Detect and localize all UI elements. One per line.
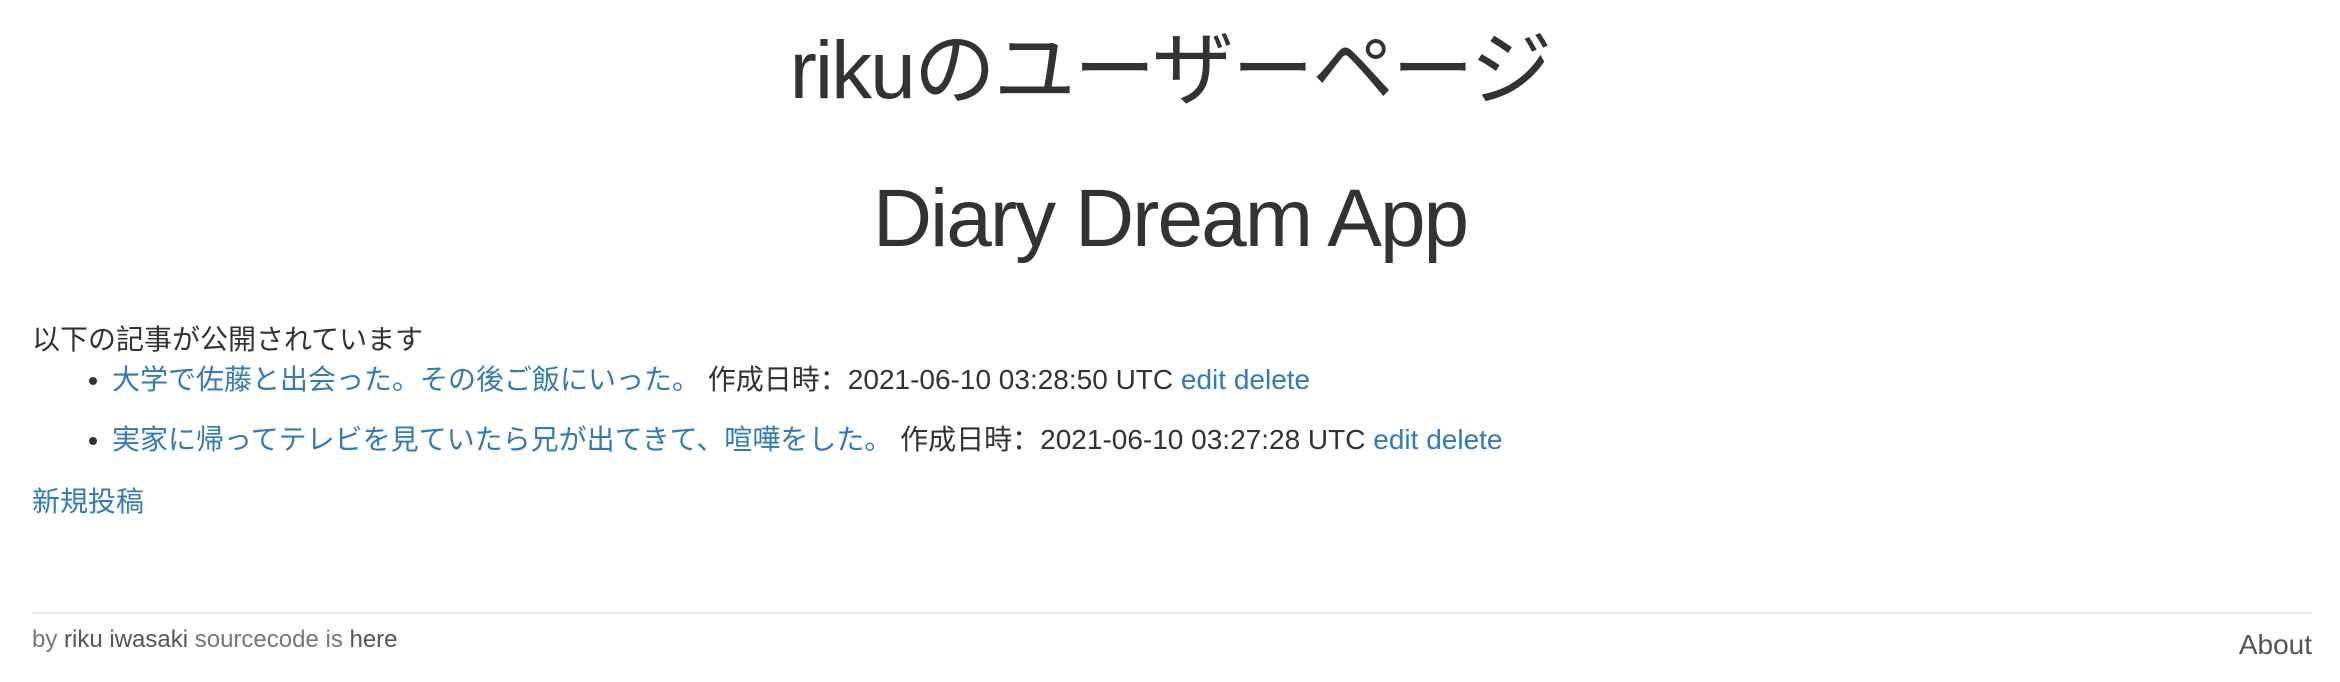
edit-link[interactable]: edit xyxy=(1181,364,1226,395)
post-title-link[interactable]: 大学で佐藤と出会った。その後ご飯にいった。 xyxy=(112,364,700,395)
footer-sourcecode-text: sourcecode is xyxy=(194,626,343,653)
post-created-at: 作成日時：2021-06-10 03:28:50 UTC xyxy=(707,364,1174,395)
footer-by-text: by xyxy=(32,626,58,653)
footer-divider xyxy=(32,612,2312,614)
delete-link[interactable]: delete xyxy=(1234,364,1310,395)
post-title-link[interactable]: 実家に帰ってテレビを見ていたら兄が出てきて、喧嘩をした。 xyxy=(112,424,892,455)
sourcecode-link[interactable]: here xyxy=(349,626,397,653)
app-title: Diary Dream App xyxy=(872,173,1469,264)
edit-link[interactable]: edit xyxy=(1373,424,1418,455)
post-created-at: 作成日時：2021-06-10 03:27:28 UTC xyxy=(900,424,1366,455)
post-list: 大学で佐藤と出会った。その後ご飯にいった。 作成日時：2021-06-10 03… xyxy=(32,362,1503,482)
published-posts-intro: 以下の記事が公開されています xyxy=(32,324,424,355)
footer-credit: by riku iwasaki sourcecode is here xyxy=(32,624,398,656)
user-page-title: rikuのユーザーページ xyxy=(789,25,1553,116)
delete-link[interactable]: delete xyxy=(1426,424,1502,455)
list-item: 実家に帰ってテレビを見ていたら兄が出てきて、喧嘩をした。 作成日時：2021-0… xyxy=(112,422,1503,458)
about-link[interactable]: About xyxy=(2239,628,2312,662)
footer-author: riku iwasaki xyxy=(64,626,189,653)
new-post-link[interactable]: 新規投稿 xyxy=(32,484,144,520)
list-item: 大学で佐藤と出会った。その後ご飯にいった。 作成日時：2021-06-10 03… xyxy=(112,362,1503,398)
